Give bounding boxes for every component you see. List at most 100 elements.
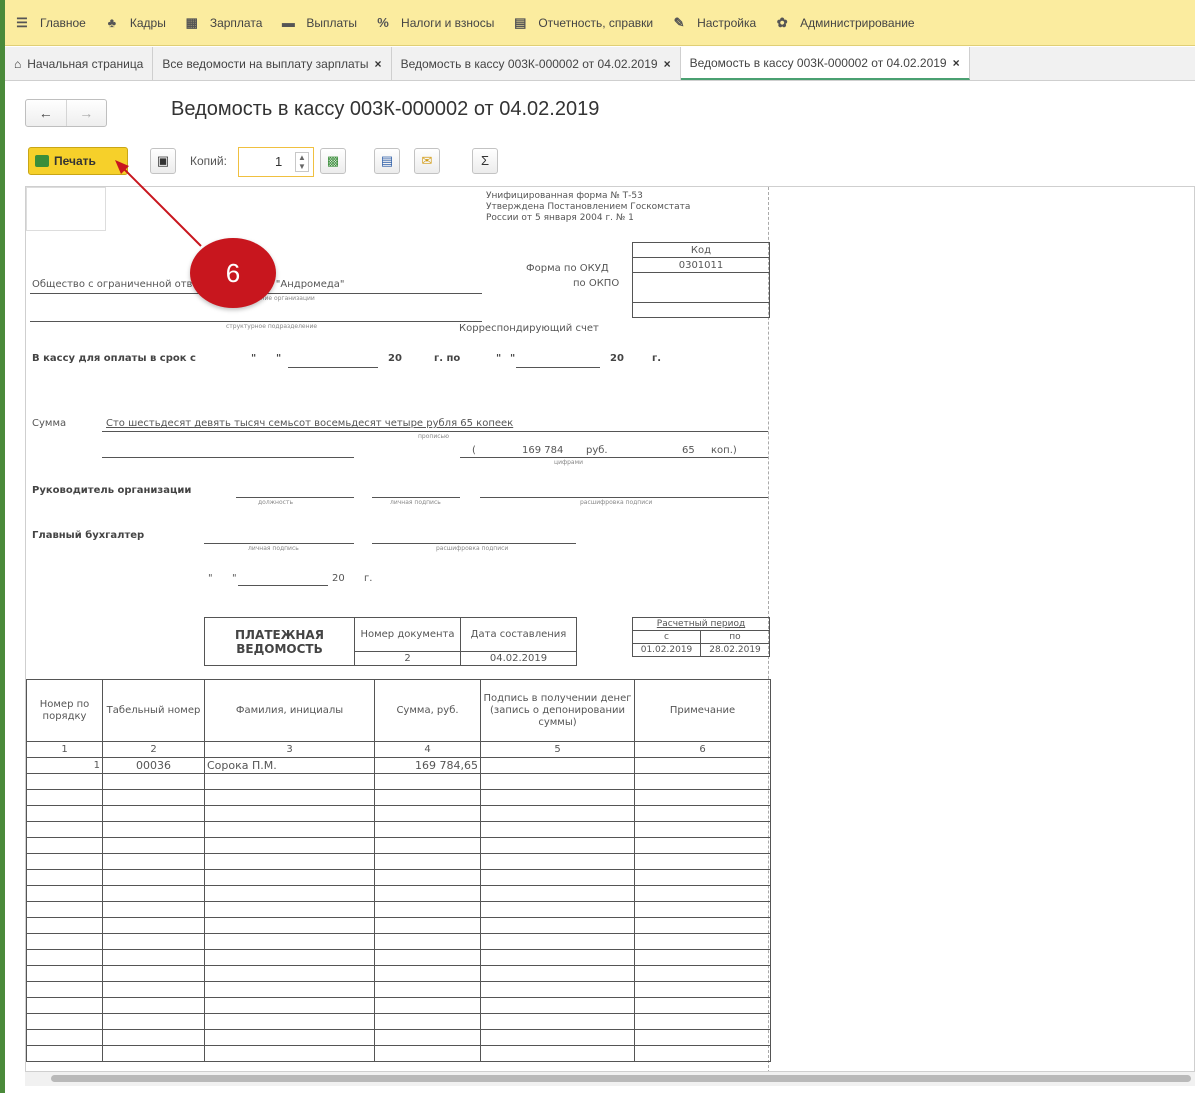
- empty-cell: [26, 789, 103, 806]
- tab-statement[interactable]: Ведомость в кассу 003К-000002 от 04.02.2…: [392, 47, 681, 80]
- empty-cell: [26, 981, 103, 998]
- empty-cell: [374, 1013, 481, 1030]
- table-row: [26, 837, 771, 854]
- empty-cell: [374, 1045, 481, 1062]
- col-header: Сумма, руб.: [374, 679, 481, 742]
- menu-item-label: Настройка: [697, 15, 757, 30]
- preview-icon[interactable]: ▣: [150, 148, 176, 174]
- empty-cell: [634, 997, 771, 1014]
- percent-icon: %: [377, 15, 389, 30]
- okud-label: Форма по ОКУД: [526, 263, 609, 274]
- personnel-number: 00036: [102, 757, 205, 774]
- form-header-line: Унифицированная форма № Т-53: [486, 191, 643, 201]
- save-icon[interactable]: ▤: [374, 148, 400, 174]
- empty-cell: [204, 901, 375, 918]
- empty-cell: [204, 933, 375, 950]
- empty-cell: [204, 773, 375, 790]
- tab-all-statements[interactable]: Все ведомости на выплату зарплаты ×: [153, 47, 392, 80]
- tab-home[interactable]: ⌂ Начальная страница: [5, 47, 154, 80]
- tab-statement-print[interactable]: Ведомость в кассу 003К-000002 от 04.02.2…: [680, 47, 970, 80]
- empty-cell: [634, 1045, 771, 1062]
- tab-label: Все ведомости на выплату зарплаты: [162, 56, 369, 71]
- close-icon[interactable]: ×: [375, 57, 382, 71]
- email-icon[interactable]: ✉: [414, 148, 440, 174]
- table-row: [26, 789, 771, 806]
- menu-item-staff[interactable]: ♣ Кадры: [95, 0, 175, 46]
- printer-icon: [35, 155, 49, 167]
- empty-cell: [26, 997, 103, 1014]
- menu-item-reports[interactable]: ▤ Отчетность, справки: [503, 0, 662, 46]
- horizontal-scrollbar[interactable]: [25, 1072, 1195, 1086]
- table-row: [26, 965, 771, 982]
- empty-cell: [204, 917, 375, 934]
- statement-header-table: ПЛАТЕЖНАЯ ВЕДОМОСТЬ Номер документа Дата …: [204, 617, 577, 666]
- quote: ": [251, 353, 257, 364]
- empty-cell: [480, 853, 635, 870]
- employee-amount: 169 784,65: [374, 757, 481, 774]
- form-header-line: Утверждена Постановлением Госкомстата: [486, 202, 691, 212]
- quote: ": [232, 573, 237, 584]
- menu-item-salary[interactable]: ▦ Зарплата: [175, 0, 272, 46]
- close-icon[interactable]: ×: [953, 56, 960, 70]
- empty-cell: [480, 773, 635, 790]
- page-title: Ведомость в кассу 003К-000002 от 04.02.2…: [171, 98, 600, 120]
- empty-cell: [374, 917, 481, 934]
- empty-cell: [480, 837, 635, 854]
- quote: ": [496, 353, 502, 364]
- copies-input[interactable]: 1 ▲ ▼: [238, 147, 314, 177]
- menu-item-taxes[interactable]: % Налоги и взносы: [366, 0, 503, 46]
- quote: ": [208, 573, 213, 584]
- menu-item-payments[interactable]: ▬ Выплаты: [271, 0, 366, 46]
- spinner-icon[interactable]: ▲ ▼: [295, 152, 309, 172]
- edit-mode-icon[interactable]: ▩: [320, 148, 346, 174]
- empty-cell: [204, 1029, 375, 1046]
- close-icon[interactable]: ×: [664, 57, 671, 71]
- app-window: ☰ Главное ♣ Кадры ▦ Зарплата ▬ Выплаты % Нало…: [0, 0, 1195, 1093]
- sum-words-caption: прописью: [418, 433, 450, 440]
- year-suffix: г.: [652, 353, 662, 364]
- empty-cell: [26, 885, 103, 902]
- empty-cell: [102, 789, 205, 806]
- sum-icon[interactable]: Σ: [472, 148, 498, 174]
- print-button[interactable]: Печать: [28, 147, 128, 175]
- date-line: [238, 585, 328, 586]
- empty-cell: [26, 187, 106, 231]
- report-icon: ▤: [514, 14, 527, 30]
- dept-caption: структурное подразделение: [226, 323, 318, 330]
- forward-arrow-icon[interactable]: →: [65, 100, 107, 126]
- empty-cell: [634, 933, 771, 950]
- back-arrow-icon[interactable]: ←: [26, 100, 66, 126]
- empty-cell: [634, 917, 771, 934]
- spreadsheet-document[interactable]: Унифицированная форма № Т-53 Утверждена …: [25, 186, 1195, 1072]
- empty-cell: [204, 789, 375, 806]
- acc-caption: расшифровка подписи: [436, 545, 509, 552]
- table-row: [26, 949, 771, 966]
- copies-label: Копий:: [190, 154, 227, 168]
- col-number: 3: [204, 741, 375, 758]
- menu-item-main[interactable]: ☰ Главное: [5, 0, 95, 46]
- empty-cell: [102, 837, 205, 854]
- empty-cell: [102, 773, 205, 790]
- menu-item-label: Налоги и взносы: [401, 15, 495, 30]
- empty-cell: [480, 965, 635, 982]
- empty-cell: [102, 821, 205, 838]
- empty-cell: [26, 965, 103, 982]
- employees-table: Номер по порядку Табельный номер Фамилия…: [26, 679, 771, 1062]
- empty-cell: [480, 1029, 635, 1046]
- empty-cell: [374, 805, 481, 822]
- empty-cell: [26, 933, 103, 950]
- year-prefix: 20: [610, 353, 624, 364]
- scrollbar-thumb[interactable]: [51, 1075, 1191, 1082]
- table-row: [26, 869, 771, 886]
- head-position-line: [236, 497, 354, 498]
- pv-date: 04.02.2019: [460, 651, 577, 666]
- quote: ": [276, 353, 282, 364]
- menu-item-admin[interactable]: ✿ Администрирование: [765, 0, 923, 46]
- menu-item-settings[interactable]: ✎ Настройка: [662, 0, 765, 46]
- empty-cell: [374, 901, 481, 918]
- card-icon: ▬: [281, 15, 295, 30]
- empty-cell: [102, 1029, 205, 1046]
- tab-bar: ⌂ Начальная страница Все ведомости на вып…: [5, 47, 1195, 81]
- table-row[interactable]: 1 00036 Сорока П.М. 169 784,65: [26, 757, 771, 774]
- empty-cell: [374, 837, 481, 854]
